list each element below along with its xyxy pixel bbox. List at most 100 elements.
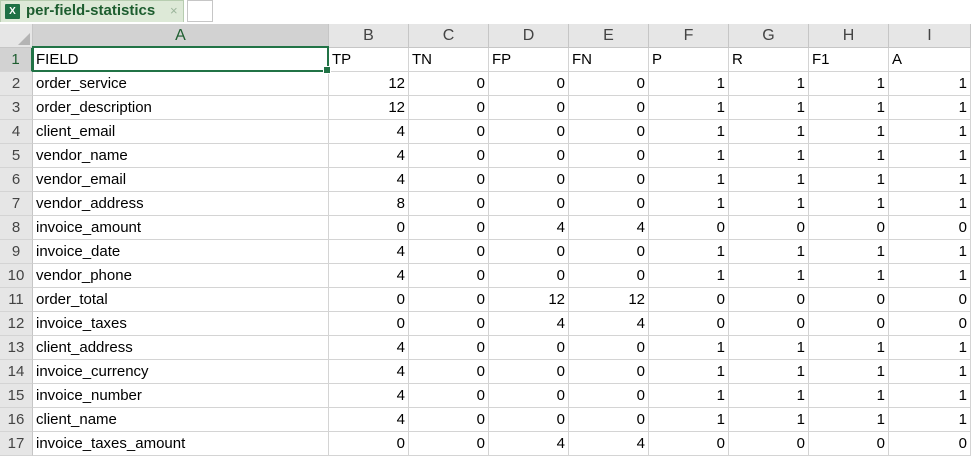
value-cell[interactable]: 0 — [409, 144, 489, 168]
row-header-9[interactable]: 9 — [0, 240, 33, 264]
value-cell[interactable]: 12 — [329, 72, 409, 96]
value-cell[interactable]: 1 — [889, 408, 971, 432]
value-cell[interactable]: 0 — [489, 168, 569, 192]
value-cell[interactable]: 0 — [649, 312, 729, 336]
header-cell[interactable]: FP — [489, 48, 569, 72]
value-cell[interactable]: 4 — [569, 312, 649, 336]
value-cell[interactable]: 4 — [329, 384, 409, 408]
value-cell[interactable]: 1 — [729, 240, 809, 264]
value-cell[interactable]: 0 — [489, 240, 569, 264]
column-header-f[interactable]: F — [649, 24, 729, 48]
value-cell[interactable]: 0 — [649, 216, 729, 240]
value-cell[interactable]: 0 — [569, 192, 649, 216]
value-cell[interactable]: 0 — [569, 72, 649, 96]
value-cell[interactable]: 0 — [489, 144, 569, 168]
value-cell[interactable]: 1 — [889, 384, 971, 408]
row-header-8[interactable]: 8 — [0, 216, 33, 240]
sheet-tab[interactable]: X per-field-statistics × — [0, 0, 184, 22]
value-cell[interactable]: 1 — [649, 120, 729, 144]
field-name-cell[interactable]: vendor_email — [33, 168, 329, 192]
value-cell[interactable]: 8 — [329, 192, 409, 216]
value-cell[interactable]: 0 — [329, 312, 409, 336]
value-cell[interactable]: 1 — [729, 360, 809, 384]
value-cell[interactable]: 4 — [489, 432, 569, 456]
value-cell[interactable]: 1 — [809, 384, 889, 408]
value-cell[interactable]: 0 — [809, 288, 889, 312]
row-header-1[interactable]: 1 — [0, 48, 33, 72]
field-name-cell[interactable]: client_name — [33, 408, 329, 432]
value-cell[interactable]: 4 — [569, 432, 649, 456]
value-cell[interactable]: 0 — [489, 384, 569, 408]
value-cell[interactable]: 0 — [409, 192, 489, 216]
value-cell[interactable]: 0 — [569, 96, 649, 120]
value-cell[interactable]: 1 — [729, 72, 809, 96]
value-cell[interactable]: 1 — [649, 240, 729, 264]
value-cell[interactable]: 1 — [889, 264, 971, 288]
field-name-cell[interactable]: order_description — [33, 96, 329, 120]
value-cell[interactable]: 0 — [569, 168, 649, 192]
value-cell[interactable]: 1 — [729, 384, 809, 408]
value-cell[interactable]: 1 — [649, 96, 729, 120]
value-cell[interactable]: 1 — [649, 384, 729, 408]
value-cell[interactable]: 0 — [729, 288, 809, 312]
value-cell[interactable]: 1 — [729, 192, 809, 216]
close-icon[interactable]: × — [170, 3, 178, 18]
value-cell[interactable]: 4 — [329, 144, 409, 168]
value-cell[interactable]: 0 — [489, 96, 569, 120]
value-cell[interactable]: 0 — [569, 360, 649, 384]
header-cell[interactable]: TP — [329, 48, 409, 72]
field-name-cell[interactable]: invoice_date — [33, 240, 329, 264]
row-header-13[interactable]: 13 — [0, 336, 33, 360]
value-cell[interactable]: 4 — [329, 264, 409, 288]
value-cell[interactable]: 0 — [409, 120, 489, 144]
value-cell[interactable]: 0 — [889, 312, 971, 336]
row-header-4[interactable]: 4 — [0, 120, 33, 144]
value-cell[interactable]: 1 — [809, 96, 889, 120]
value-cell[interactable]: 1 — [729, 120, 809, 144]
header-cell[interactable]: A — [889, 48, 971, 72]
value-cell[interactable]: 0 — [569, 336, 649, 360]
field-name-cell[interactable]: vendor_phone — [33, 264, 329, 288]
column-header-b[interactable]: B — [329, 24, 409, 48]
value-cell[interactable]: 0 — [809, 312, 889, 336]
field-name-cell[interactable]: vendor_address — [33, 192, 329, 216]
header-cell[interactable]: F1 — [809, 48, 889, 72]
value-cell[interactable]: 0 — [409, 264, 489, 288]
spreadsheet-grid[interactable]: A B C D E F G H I 1 FIELD TP TN FP FN P R F1 A 2 order_servi… — [0, 24, 971, 456]
value-cell[interactable]: 0 — [489, 264, 569, 288]
value-cell[interactable]: 1 — [649, 264, 729, 288]
column-header-a[interactable]: A — [33, 24, 329, 48]
row-header-14[interactable]: 14 — [0, 360, 33, 384]
column-header-d[interactable]: D — [489, 24, 569, 48]
value-cell[interactable]: 1 — [809, 168, 889, 192]
row-header-11[interactable]: 11 — [0, 288, 33, 312]
row-header-17[interactable]: 17 — [0, 432, 33, 456]
row-header-16[interactable]: 16 — [0, 408, 33, 432]
value-cell[interactable]: 0 — [489, 360, 569, 384]
field-name-cell[interactable]: invoice_taxes_amount — [33, 432, 329, 456]
value-cell[interactable]: 1 — [729, 408, 809, 432]
value-cell[interactable]: 4 — [329, 168, 409, 192]
value-cell[interactable]: 0 — [489, 192, 569, 216]
value-cell[interactable]: 0 — [809, 432, 889, 456]
field-name-cell[interactable]: vendor_name — [33, 144, 329, 168]
row-header-5[interactable]: 5 — [0, 144, 33, 168]
value-cell[interactable]: 0 — [489, 72, 569, 96]
value-cell[interactable]: 0 — [729, 312, 809, 336]
column-header-i[interactable]: I — [889, 24, 971, 48]
value-cell[interactable]: 12 — [569, 288, 649, 312]
value-cell[interactable]: 0 — [889, 432, 971, 456]
value-cell[interactable]: 0 — [649, 288, 729, 312]
row-header-3[interactable]: 3 — [0, 96, 33, 120]
value-cell[interactable]: 0 — [409, 96, 489, 120]
field-name-cell[interactable]: invoice_currency — [33, 360, 329, 384]
value-cell[interactable]: 0 — [489, 120, 569, 144]
row-header-12[interactable]: 12 — [0, 312, 33, 336]
value-cell[interactable]: 1 — [649, 72, 729, 96]
value-cell[interactable]: 4 — [329, 408, 409, 432]
value-cell[interactable]: 1 — [889, 96, 971, 120]
row-header-2[interactable]: 2 — [0, 72, 33, 96]
value-cell[interactable]: 1 — [649, 192, 729, 216]
column-header-c[interactable]: C — [409, 24, 489, 48]
value-cell[interactable]: 0 — [409, 408, 489, 432]
